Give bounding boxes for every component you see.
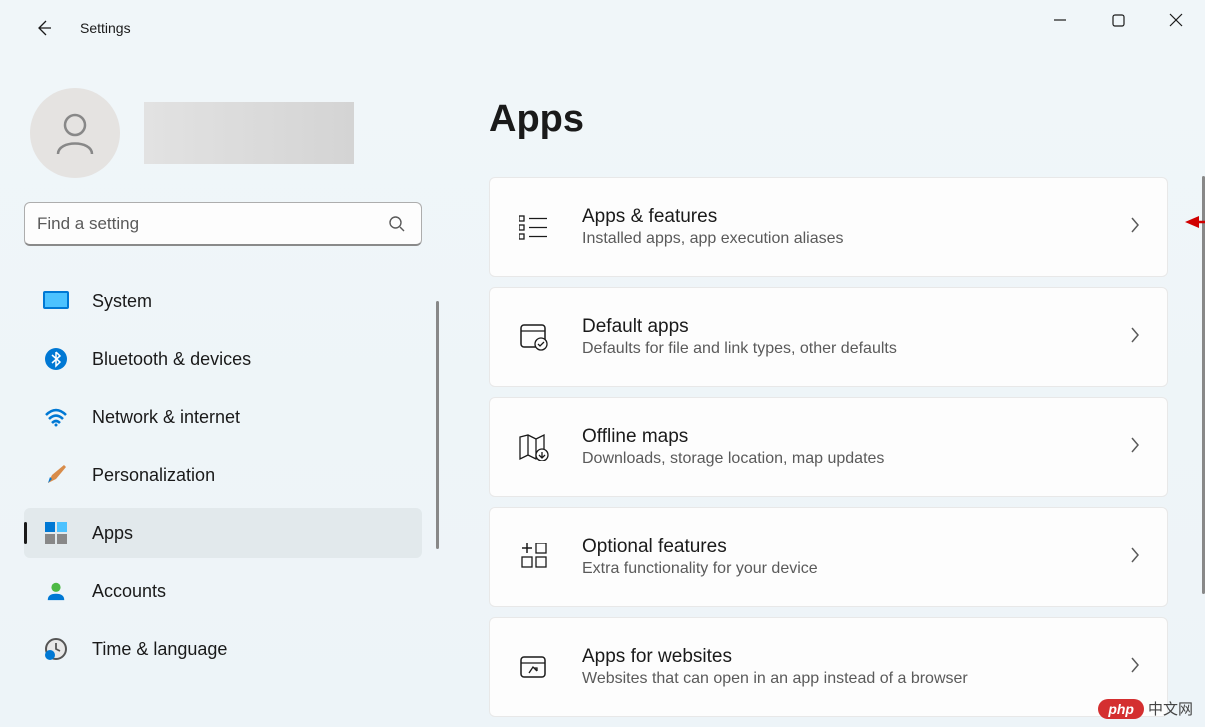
- sidebar-item-label: Accounts: [92, 581, 166, 602]
- sidebar-scrollbar[interactable]: [436, 301, 439, 549]
- main-panel: Apps Apps & features Installed apps, app…: [445, 56, 1205, 727]
- chevron-right-icon: [1129, 436, 1141, 459]
- card-subtitle: Installed apps, app execution aliases: [582, 230, 1129, 248]
- clock-icon: [42, 635, 70, 663]
- website-app-icon: [516, 649, 552, 685]
- chevron-right-icon: [1129, 546, 1141, 569]
- sidebar-item-system[interactable]: System: [24, 276, 422, 326]
- apps-icon: [42, 519, 70, 547]
- card-apps-features[interactable]: Apps & features Installed apps, app exec…: [489, 177, 1168, 277]
- sidebar-item-accounts[interactable]: Accounts: [24, 566, 422, 616]
- brush-icon: [42, 461, 70, 489]
- sidebar-item-label: Network & internet: [92, 407, 240, 428]
- grid-plus-icon: [516, 539, 552, 575]
- sidebar-item-label: Personalization: [92, 465, 215, 486]
- maximize-icon: [1112, 14, 1125, 27]
- maximize-button[interactable]: [1089, 0, 1147, 40]
- sidebar-item-apps[interactable]: Apps: [24, 508, 422, 558]
- card-title: Apps for websites: [582, 646, 1129, 668]
- page-title: Apps: [489, 98, 1189, 141]
- sidebar: System Bluetooth & devices Network & int…: [0, 56, 445, 727]
- wifi-icon: [42, 403, 70, 431]
- sidebar-item-label: Apps: [92, 523, 133, 544]
- card-subtitle: Downloads, storage location, map updates: [582, 450, 1129, 468]
- monitor-icon: [42, 287, 70, 315]
- list-icon: [516, 209, 552, 245]
- card-subtitle: Websites that can open in an app instead…: [582, 670, 1129, 688]
- sidebar-item-bluetooth[interactable]: Bluetooth & devices: [24, 334, 422, 384]
- search-box[interactable]: [24, 202, 422, 246]
- sidebar-item-personalization[interactable]: Personalization: [24, 450, 422, 500]
- card-title: Apps & features: [582, 206, 1129, 228]
- sidebar-item-label: System: [92, 291, 152, 312]
- card-subtitle: Defaults for file and link types, other …: [582, 340, 1129, 358]
- watermark-text: 中文网: [1148, 698, 1193, 719]
- bluetooth-icon: [42, 345, 70, 373]
- search-icon: [385, 215, 409, 233]
- watermark-badge: php: [1098, 699, 1144, 719]
- chevron-right-icon: [1129, 656, 1141, 679]
- card-title: Default apps: [582, 316, 1129, 338]
- card-title: Offline maps: [582, 426, 1129, 448]
- sidebar-item-network[interactable]: Network & internet: [24, 392, 422, 442]
- box-check-icon: [516, 319, 552, 355]
- search-input[interactable]: [37, 214, 385, 234]
- card-default-apps[interactable]: Default apps Defaults for file and link …: [489, 287, 1168, 387]
- sidebar-item-label: Bluetooth & devices: [92, 349, 251, 370]
- user-section[interactable]: [24, 88, 425, 178]
- minimize-button[interactable]: [1031, 0, 1089, 40]
- back-arrow-icon: [34, 18, 54, 38]
- minimize-icon: [1053, 13, 1067, 27]
- chevron-right-icon: [1129, 326, 1141, 349]
- watermark: php 中文网: [1098, 698, 1193, 719]
- card-offline-maps[interactable]: Offline maps Downloads, storage location…: [489, 397, 1168, 497]
- close-button[interactable]: [1147, 0, 1205, 40]
- user-name: [144, 102, 354, 164]
- chevron-right-icon: [1129, 216, 1141, 239]
- sidebar-item-label: Time & language: [92, 639, 227, 660]
- person-icon: [42, 577, 70, 605]
- window-controls: [1031, 0, 1205, 40]
- card-title: Optional features: [582, 536, 1129, 558]
- window-title: Settings: [80, 20, 131, 36]
- avatar: [30, 88, 120, 178]
- sidebar-item-time[interactable]: Time & language: [24, 624, 422, 674]
- nav-list: System Bluetooth & devices Network & int…: [24, 276, 425, 674]
- settings-list: Apps & features Installed apps, app exec…: [489, 177, 1189, 717]
- back-button[interactable]: [24, 8, 64, 48]
- avatar-icon: [50, 108, 100, 158]
- map-icon: [516, 429, 552, 465]
- titlebar: Settings: [0, 0, 1205, 56]
- card-subtitle: Extra functionality for your device: [582, 560, 1129, 578]
- card-optional-features[interactable]: Optional features Extra functionality fo…: [489, 507, 1168, 607]
- close-icon: [1169, 13, 1183, 27]
- card-apps-websites[interactable]: Apps for websites Websites that can open…: [489, 617, 1168, 717]
